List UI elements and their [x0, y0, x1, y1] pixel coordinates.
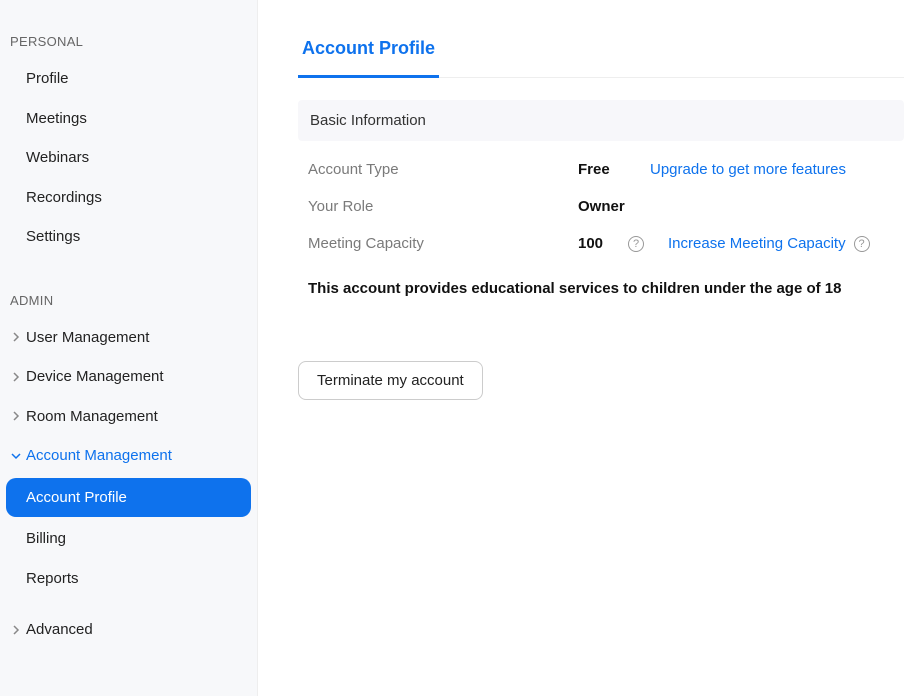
help-icon[interactable]: ? [854, 236, 870, 252]
row-account-type: Account Type Free Upgrade to get more fe… [298, 141, 904, 178]
sidebar-item-advanced[interactable]: Advanced [0, 610, 257, 650]
sidebar-item-label: Room Management [26, 407, 158, 427]
sidebar-item-webinars[interactable]: Webinars [0, 138, 257, 178]
sidebar: PERSONAL Profile Meetings Webinars Recor… [0, 0, 258, 696]
increase-capacity-link[interactable]: Increase Meeting Capacity [668, 235, 846, 252]
tab-bar: Account Profile [298, 30, 904, 78]
sidebar-item-label: Webinars [26, 148, 89, 168]
sidebar-item-profile[interactable]: Profile [0, 59, 257, 99]
upgrade-link[interactable]: Upgrade to get more features [650, 161, 846, 178]
row-your-role: Your Role Owner [298, 178, 904, 215]
sidebar-item-room-management[interactable]: Room Management [0, 397, 257, 437]
main-content: Account Profile Basic Information Accoun… [258, 0, 908, 696]
sidebar-item-meetings[interactable]: Meetings [0, 99, 257, 139]
terminate-account-button[interactable]: Terminate my account [298, 361, 483, 400]
your-role-value: Owner [578, 198, 625, 215]
row-meeting-capacity: Meeting Capacity 100 ? Increase Meeting … [298, 215, 904, 252]
nav-section-personal: PERSONAL [0, 28, 257, 59]
account-type-value: Free [578, 161, 624, 178]
chevron-right-icon [8, 411, 24, 421]
sidebar-item-billing[interactable]: Billing [0, 519, 257, 559]
sidebar-item-label: Device Management [26, 367, 164, 387]
nav-section-admin: ADMIN [0, 287, 257, 318]
section-header-basic-information: Basic Information [298, 100, 904, 141]
sidebar-item-label: Account Management [26, 446, 172, 466]
sidebar-item-user-management[interactable]: User Management [0, 318, 257, 358]
sidebar-item-label: Settings [26, 227, 80, 247]
tab-account-profile[interactable]: Account Profile [298, 30, 439, 78]
your-role-label: Your Role [308, 198, 578, 215]
sidebar-item-settings[interactable]: Settings [0, 217, 257, 257]
sidebar-item-label: Profile [26, 69, 69, 89]
sidebar-item-label: User Management [26, 328, 149, 348]
help-icon[interactable]: ? [628, 236, 644, 252]
chevron-right-icon [8, 372, 24, 382]
sidebar-item-label: Account Profile [26, 488, 127, 508]
account-type-label: Account Type [308, 161, 578, 178]
sidebar-item-label: Advanced [26, 620, 93, 640]
sidebar-item-reports[interactable]: Reports [0, 559, 257, 599]
meeting-capacity-label: Meeting Capacity [308, 235, 578, 252]
sidebar-item-label: Meetings [26, 109, 87, 129]
sidebar-item-label: Reports [26, 569, 79, 589]
meeting-capacity-value: 100 [578, 235, 616, 252]
chevron-right-icon [8, 625, 24, 635]
chevron-right-icon [8, 332, 24, 342]
educational-statement: This account provides educational servic… [298, 252, 904, 297]
sidebar-item-label: Billing [26, 529, 66, 549]
sidebar-item-account-management[interactable]: Account Management [0, 436, 257, 476]
sidebar-item-device-management[interactable]: Device Management [0, 357, 257, 397]
sidebar-item-recordings[interactable]: Recordings [0, 178, 257, 218]
chevron-down-icon [8, 451, 24, 461]
sidebar-item-account-profile[interactable]: Account Profile [6, 478, 251, 518]
sidebar-item-label: Recordings [26, 188, 102, 208]
